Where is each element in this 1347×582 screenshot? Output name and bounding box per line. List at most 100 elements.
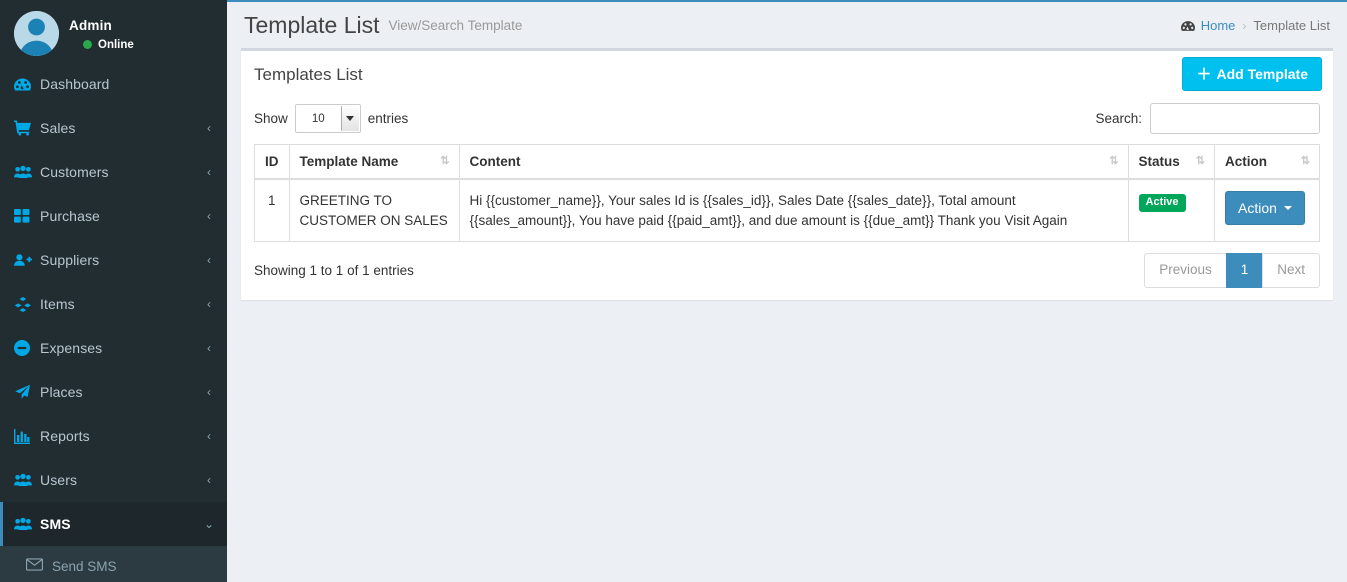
chevron-down-icon	[340, 106, 359, 131]
chevron-left-icon: ‹	[207, 121, 211, 135]
users-group-icon	[14, 473, 40, 487]
sidebar-item-expenses[interactable]: Expenses ‹	[0, 326, 227, 370]
dashboard-icon	[1180, 20, 1195, 32]
chevron-left-icon: ‹	[207, 473, 211, 487]
chevron-left-icon: ‹	[207, 253, 211, 267]
column-header-action[interactable]: Action ⇅	[1214, 144, 1320, 180]
sidebar-item-label: Customers	[40, 164, 109, 180]
column-header-id[interactable]: ID	[254, 144, 290, 180]
sidebar-item-suppliers[interactable]: Suppliers ‹	[0, 238, 227, 282]
sidebar-item-users[interactable]: Users ‹	[0, 458, 227, 502]
user-status-label: Online	[98, 38, 134, 51]
sidebar-item-label: Dashboard	[40, 76, 110, 92]
cell-content: Hi {{customer_name}}, Your sales Id is {…	[458, 178, 1129, 243]
sidebar-item-dashboard[interactable]: Dashboard	[0, 62, 227, 106]
box-body: Show 10 entries Search: ID Template Name…	[241, 99, 1333, 300]
paper-plane-icon	[14, 384, 40, 400]
column-header-template-name[interactable]: Template Name ⇅	[288, 144, 460, 180]
search-input[interactable]	[1150, 103, 1320, 134]
app-root: Admin Online Dashboard Sales ‹ Customers…	[0, 0, 1347, 582]
table-row: 1 GREETING TO CUSTOMER ON SALES Hi {{cus…	[254, 178, 1320, 243]
chevron-left-icon: ‹	[207, 385, 211, 399]
pagination-previous-button[interactable]: Previous	[1144, 253, 1226, 289]
sidebar-item-customers[interactable]: Customers ‹	[0, 150, 227, 194]
show-label: Show	[254, 111, 288, 126]
sidebar-item-sms[interactable]: SMS ⌄	[0, 502, 227, 546]
user-name: Admin	[69, 18, 112, 34]
column-header-status[interactable]: Status ⇅	[1127, 144, 1216, 180]
cell-id: 1	[254, 178, 290, 243]
content-wrapper: Template List View/Search Template Home …	[227, 0, 1347, 582]
datatable-footer: Showing 1 to 1 of 1 entries Previous 1 N…	[254, 242, 1320, 291]
breadcrumb-home-link[interactable]: Home	[1180, 18, 1236, 33]
online-dot-icon	[83, 40, 92, 50]
avatar	[14, 10, 59, 56]
add-template-label: Add Template	[1216, 66, 1308, 82]
column-label: Content	[469, 154, 521, 169]
bar-chart-icon	[14, 428, 40, 444]
sidebar-subitem-label: Send SMS	[52, 558, 117, 574]
cell-template-name: GREETING TO CUSTOMER ON SALES	[288, 178, 460, 243]
minus-circle-icon	[14, 340, 40, 356]
user-info: Admin Online	[69, 15, 134, 51]
chevron-left-icon: ‹	[207, 341, 211, 355]
column-label: Template Name	[299, 154, 399, 169]
envelope-icon	[26, 558, 52, 574]
sidebar-item-label: Reports	[40, 428, 90, 444]
chevron-left-icon: ‹	[207, 429, 211, 443]
datatable-controls: Show 10 entries Search:	[254, 99, 1320, 144]
sidebar-item-label: SMS	[40, 516, 71, 532]
table-head: ID Template Name ⇅ Content ⇅ Status ⇅ Ac…	[254, 144, 1320, 180]
breadcrumb: Home › Template List	[1180, 18, 1330, 33]
datatable-info: Showing 1 to 1 of 1 entries	[254, 263, 414, 279]
cell-action: Action	[1214, 178, 1320, 243]
sidebar-item-label: Places	[40, 384, 83, 400]
action-button-label: Action	[1238, 200, 1277, 216]
sidebar: Admin Online Dashboard Sales ‹ Customers…	[0, 0, 227, 582]
add-template-button[interactable]: ＋ Add Template	[1182, 57, 1322, 91]
breadcrumb-home-label: Home	[1200, 18, 1236, 33]
sidebar-item-label: Users	[40, 472, 78, 488]
cell-status: Active	[1127, 178, 1216, 243]
chevron-left-icon: ‹	[207, 165, 211, 179]
action-dropdown-button[interactable]: Action	[1225, 191, 1305, 225]
sort-icon[interactable]: ⇅	[440, 156, 449, 167]
templates-list-box: Templates List ＋ Add Template Show 10 en…	[241, 48, 1333, 301]
breadcrumb-current: Template List	[1253, 18, 1330, 33]
pagination-next-button[interactable]: Next	[1262, 253, 1320, 289]
datatable-length: Show 10 entries	[254, 104, 408, 133]
sort-icon[interactable]: ⇅	[1196, 156, 1205, 167]
chevron-down-icon: ⌄	[203, 517, 215, 531]
column-label: Action	[1225, 154, 1267, 169]
box-header: Templates List ＋ Add Template	[241, 51, 1333, 99]
entries-per-page-select[interactable]: 10	[294, 104, 361, 133]
table-body: 1 GREETING TO CUSTOMER ON SALES Hi {{cus…	[254, 178, 1320, 243]
sidebar-item-reports[interactable]: Reports ‹	[0, 414, 227, 458]
page-title: Template List	[244, 11, 380, 38]
chevron-left-icon: ‹	[207, 297, 211, 311]
sort-icon[interactable]: ⇅	[1301, 156, 1310, 167]
chevron-left-icon: ‹	[207, 209, 211, 223]
dashboard-icon	[14, 77, 40, 92]
users-group-icon	[14, 165, 40, 179]
sidebar-item-places[interactable]: Places ‹	[0, 370, 227, 414]
column-header-content[interactable]: Content ⇅	[458, 144, 1129, 180]
templates-table: ID Template Name ⇅ Content ⇅ Status ⇅ Ac…	[254, 144, 1320, 243]
sidebar-subitem-send-sms[interactable]: Send SMS	[0, 546, 227, 582]
sidebar-item-sales[interactable]: Sales ‹	[0, 106, 227, 150]
pagination-page-1-button[interactable]: 1	[1225, 253, 1263, 289]
sidebar-item-items[interactable]: Items ‹	[0, 282, 227, 326]
sidebar-item-purchase[interactable]: Purchase ‹	[0, 194, 227, 238]
user-avatar-icon	[14, 10, 59, 56]
column-label: Status	[1138, 154, 1180, 169]
entries-per-page-value: 10	[311, 112, 325, 125]
box-title: Templates List	[254, 65, 363, 84]
entries-label: entries	[367, 111, 409, 126]
status-badge: Active	[1138, 194, 1186, 212]
pagination: Previous 1 Next	[1144, 253, 1320, 289]
grid-squares-icon	[14, 209, 40, 223]
shopping-cart-icon	[14, 120, 40, 136]
user-plus-icon	[14, 253, 40, 267]
table-header-row: ID Template Name ⇅ Content ⇅ Status ⇅ Ac…	[254, 144, 1320, 180]
sort-icon[interactable]: ⇅	[1109, 156, 1118, 167]
